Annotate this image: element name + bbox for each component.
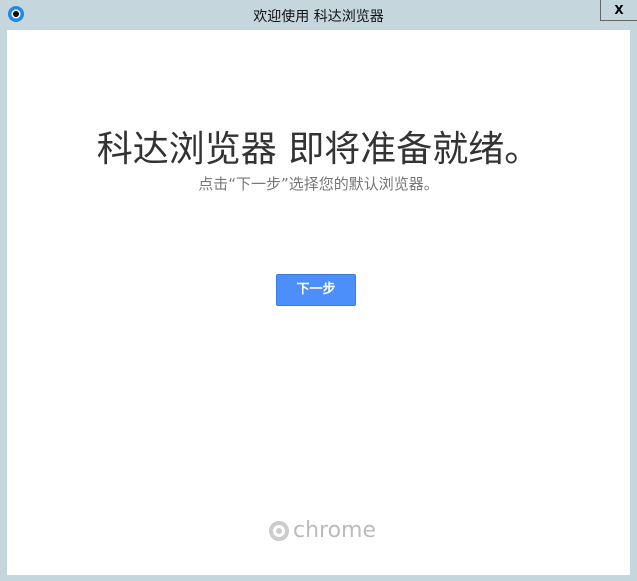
window-title: 欢迎使用 科达浏览器	[253, 9, 384, 25]
brand-text: chrome	[293, 518, 377, 543]
content-area: 科达浏览器 即将准备就绪。 点击“下一步”选择您的默认浏览器。 下一步 chro…	[7, 30, 630, 575]
subtitle: 点击“下一步”选择您的默认浏览器。	[198, 175, 439, 193]
title-bar: 欢迎使用 科达浏览器 X	[0, 0, 637, 30]
page-title: 科达浏览器 即将准备就绪。	[96, 129, 541, 170]
close-button[interactable]: X	[600, 0, 637, 21]
next-button[interactable]: 下一步	[276, 274, 356, 306]
chrome-logo: chrome	[269, 518, 376, 543]
chrome-icon	[269, 520, 289, 541]
